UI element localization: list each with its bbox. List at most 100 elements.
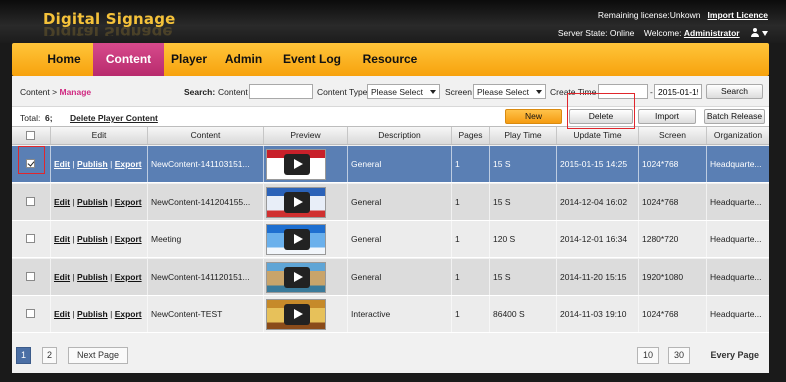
chevron-down-icon[interactable] (762, 31, 768, 36)
action-separator: | (72, 234, 75, 244)
page-1-button[interactable]: 1 (16, 347, 31, 364)
chevron-down-icon (430, 90, 436, 94)
import-licence-link[interactable]: Import Licence (708, 10, 768, 20)
batch-release-button[interactable]: Batch Release (704, 109, 765, 124)
row-select-cell (12, 296, 50, 333)
preview-thumbnail[interactable] (266, 261, 326, 293)
nav-event-log[interactable]: Event Log (274, 43, 350, 76)
table-row[interactable]: Edit | Publish | Export NewContent-141204… (12, 183, 769, 221)
username-link[interactable]: Administrator (684, 28, 740, 38)
table-row[interactable]: Edit | Publish | Export Meeting General 1 12… (12, 221, 769, 258)
play-time: 15 S (489, 258, 556, 296)
preview-thumbnail[interactable] (266, 149, 326, 180)
total-label: Total: (20, 113, 41, 123)
new-button[interactable]: New (505, 109, 562, 124)
screen-size: 1920*1080 (638, 258, 706, 296)
export-link[interactable]: Export (115, 197, 142, 207)
next-page-button[interactable]: Next Page (68, 347, 128, 364)
col-content[interactable]: Content (147, 127, 263, 144)
publish-link[interactable]: Publish (77, 234, 108, 244)
preview-thumbnail[interactable] (266, 186, 326, 218)
col-description[interactable]: Description (347, 127, 451, 144)
publish-link[interactable]: Publish (77, 272, 108, 282)
description: General (347, 258, 451, 296)
play-icon[interactable] (284, 229, 310, 250)
export-link[interactable]: Export (115, 309, 142, 319)
create-time-from-input[interactable] (598, 84, 648, 99)
organization: Headquarte... (706, 258, 769, 296)
server-state: Server State: Online (557, 28, 635, 38)
nav-home[interactable]: Home (35, 43, 93, 76)
create-time-to-input[interactable] (654, 84, 702, 99)
screen-size: 1024*768 (638, 296, 706, 333)
delete-button[interactable]: Delete (569, 109, 633, 124)
content-type-select[interactable]: Please Select (367, 84, 440, 99)
search-button[interactable]: Search (706, 84, 763, 99)
screen-select[interactable]: Please Select (473, 84, 546, 99)
publish-link[interactable]: Publish (77, 197, 108, 207)
edit-link[interactable]: Edit (54, 309, 70, 319)
license-text: Remaining license:Unkown (597, 10, 701, 20)
select-all-checkbox[interactable] (26, 131, 35, 140)
date-range-dash: - (650, 87, 653, 97)
table-row[interactable]: Edit | Publish | Export NewContent-TEST In… (12, 296, 769, 333)
delete-player-content-link[interactable]: Delete Player Content (70, 113, 158, 123)
col-play-time[interactable]: Play Time (489, 127, 556, 144)
edit-link[interactable]: Edit (54, 159, 70, 169)
page-size-30[interactable]: 30 (668, 347, 690, 364)
row-select-cell (12, 221, 50, 258)
content-name: NewContent-141120151... (147, 258, 263, 296)
col-organization[interactable]: Organization (706, 127, 769, 144)
export-link[interactable]: Export (115, 159, 142, 169)
every-page-label: Every Page (710, 350, 759, 360)
edit-link[interactable]: Edit (54, 197, 70, 207)
export-link[interactable]: Export (115, 234, 142, 244)
content-search-input[interactable] (249, 84, 313, 99)
row-actions: Edit | Publish | Export (50, 258, 147, 296)
table-row[interactable]: Edit | Publish | Export NewContent-141103… (12, 146, 769, 183)
row-select-cell (12, 259, 50, 296)
preview-thumbnail[interactable] (266, 299, 326, 330)
content-name: NewContent-141103151... (147, 146, 263, 183)
row-checkbox[interactable] (26, 309, 35, 318)
create-time-label: Create Time (550, 87, 597, 97)
row-checkbox[interactable] (26, 271, 35, 281)
row-checkbox[interactable] (26, 234, 35, 243)
row-checkbox[interactable] (26, 159, 35, 168)
content-name: NewContent-141204155... (147, 183, 263, 221)
preview-cell (263, 183, 347, 221)
nav-player[interactable]: Player (164, 43, 214, 76)
page-2-button[interactable]: 2 (42, 347, 57, 364)
action-toolbar: Total: 6; Delete Player Content New Dele… (12, 106, 769, 126)
play-icon[interactable] (284, 266, 310, 288)
play-icon[interactable] (284, 154, 310, 175)
play-icon[interactable] (284, 304, 310, 325)
col-screen[interactable]: Screen (638, 127, 706, 144)
play-icon[interactable] (284, 191, 310, 213)
edit-link[interactable]: Edit (54, 234, 70, 244)
publish-link[interactable]: Publish (77, 309, 108, 319)
top-header: Digital Signage Digital Signage Remainin… (0, 0, 786, 43)
nav-admin[interactable]: Admin (216, 43, 271, 76)
total-count: 6; (45, 113, 53, 123)
import-button[interactable]: Import (638, 109, 696, 124)
pages: 1 (451, 258, 489, 296)
pagination: 1 2 Next Page 10 30 Every Page (12, 342, 769, 373)
preview-cell (263, 258, 347, 296)
nav-content[interactable]: Content (93, 43, 164, 76)
row-checkbox[interactable] (26, 196, 35, 206)
publish-link[interactable]: Publish (77, 159, 108, 169)
action-separator: | (72, 271, 75, 282)
col-update-time[interactable]: Update Time (556, 127, 638, 144)
table-row[interactable]: Edit | Publish | Export NewContent-141120… (12, 258, 769, 296)
row-select-cell (12, 184, 50, 221)
preview-thumbnail[interactable] (266, 224, 326, 255)
page-size-10[interactable]: 10 (637, 347, 659, 364)
action-separator: | (110, 309, 113, 319)
nav-resource[interactable]: Resource (355, 43, 425, 76)
edit-link[interactable]: Edit (54, 272, 70, 282)
action-separator: | (72, 309, 75, 319)
user-icon[interactable] (750, 28, 760, 37)
export-link[interactable]: Export (115, 272, 142, 282)
col-pages[interactable]: Pages (451, 127, 489, 144)
